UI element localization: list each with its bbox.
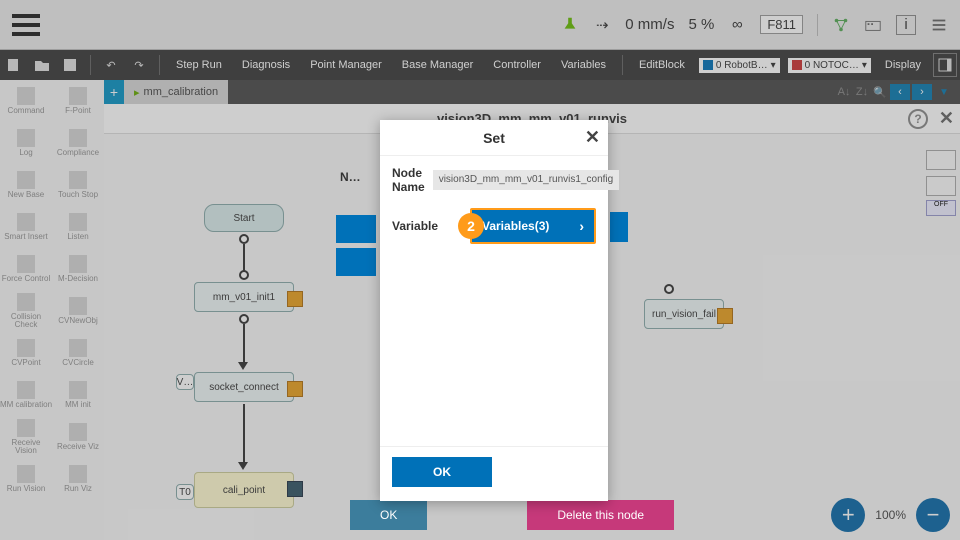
tool-log[interactable]: Log <box>0 122 52 164</box>
file-open-icon[interactable] <box>30 53 54 77</box>
close-flow-icon[interactable]: ✕ <box>939 108 954 129</box>
menu-display[interactable]: Display <box>875 59 931 71</box>
menu-step-run[interactable]: Step Run <box>166 59 232 71</box>
tool-cvcircle[interactable]: CVCircle <box>52 332 104 374</box>
tool-runvision[interactable]: Run Vision <box>0 458 52 500</box>
speed-value: 0 mm/s <box>625 16 674 33</box>
tool-selector[interactable]: 0 NOTOC…▾ <box>788 58 871 73</box>
node-name-row: Node Name vision3D_mm_mm_v01_runvis1_con… <box>392 166 596 194</box>
list-icon[interactable] <box>930 16 948 34</box>
robot-status-icon <box>561 16 579 34</box>
speed-icon: ⇢ <box>593 16 611 34</box>
tool-mminit[interactable]: MM init <box>52 374 104 416</box>
undo-icon[interactable]: ↶ <box>99 53 123 77</box>
close-dialog-icon[interactable]: ✕ <box>585 127 600 148</box>
sort-za-icon[interactable]: Z↓ <box>854 84 870 100</box>
nav-next-button[interactable]: › <box>912 84 932 100</box>
tool-newbase[interactable]: New Base <box>0 164 52 206</box>
chevron-right-icon: › <box>579 218 584 234</box>
tab-mm-calibration[interactable]: ▸mm_calibration <box>124 80 228 104</box>
menu-bar: ↶ ↷ Step Run Diagnosis Point Manager Bas… <box>0 50 960 80</box>
keyboard-icon[interactable] <box>864 16 882 34</box>
variable-label: Variable <box>392 219 462 233</box>
menu-diagnosis[interactable]: Diagnosis <box>232 59 300 71</box>
file-save-icon[interactable] <box>58 53 82 77</box>
zoom-control: + 100% − <box>831 498 950 532</box>
variable-highlight: 2 Variables(3) › <box>470 208 596 244</box>
delete-node-button[interactable]: Delete this node <box>527 500 674 530</box>
zoom-in-button[interactable]: + <box>831 498 865 532</box>
menu-edit-block[interactable]: EditBlock <box>629 59 695 71</box>
set-dialog: Set ✕ Node Name vision3D_mm_mm_v01_runvi… <box>380 120 608 501</box>
tab-dropdown[interactable]: ▼ <box>934 84 954 100</box>
help-icon[interactable]: ? <box>908 109 928 129</box>
info-icon[interactable]: i <box>896 15 916 35</box>
tool-listen[interactable]: Listen <box>52 206 104 248</box>
tool-cvnewobj[interactable]: CVNewObj <box>52 290 104 332</box>
file-new-icon[interactable] <box>2 53 26 77</box>
menu-controller[interactable]: Controller <box>483 59 551 71</box>
panel-icon[interactable] <box>933 53 957 77</box>
tool-fpoint[interactable]: F-Point <box>52 80 104 122</box>
variables-button[interactable]: Variables(3) › <box>472 210 594 242</box>
tool-mdecision[interactable]: M-Decision <box>52 248 104 290</box>
redo-icon[interactable]: ↷ <box>127 53 151 77</box>
tool-collision[interactable]: Collision Check <box>0 290 52 332</box>
menu-base-manager[interactable]: Base Manager <box>392 59 484 71</box>
nav-prev-button[interactable]: ‹ <box>890 84 910 100</box>
top-status-bar: ⇢ 0 mm/s 5 % ∞ F811 i <box>0 0 960 50</box>
outer-dialog-side-peek <box>610 212 628 242</box>
tool-touchstop[interactable]: Touch Stop <box>52 164 104 206</box>
tool-recvvision[interactable]: Receive Vision <box>0 416 52 458</box>
zoom-out-button[interactable]: − <box>916 498 950 532</box>
outer-dialog-btn-peek1 <box>336 215 376 243</box>
node-cali-t0: T0 <box>176 484 194 500</box>
node-name-label: Node Name <box>392 166 425 194</box>
node-socket-v: V… <box>176 374 194 390</box>
outer-dialog-bottom-buttons: OK Delete this node <box>350 500 674 530</box>
link-icon: ∞ <box>728 16 746 34</box>
left-toolbox: CommandF-Point LogCompliance New BaseTou… <box>0 80 104 540</box>
step-badge-2: 2 <box>458 213 484 239</box>
set-dialog-footer: OK <box>380 446 608 501</box>
tool-command[interactable]: Command <box>0 80 52 122</box>
tool-recvviz[interactable]: Receive Viz <box>52 416 104 458</box>
node-name-value[interactable]: vision3D_mm_mm_v01_runvis1_config <box>433 170 620 190</box>
set-ok-button[interactable]: OK <box>392 457 492 487</box>
node-socket-connect[interactable]: socket_connect <box>194 372 294 402</box>
sort-az-icon[interactable]: A↓ <box>836 84 852 100</box>
tool-mmcalibration[interactable]: MM calibration <box>0 374 52 416</box>
node-start[interactable]: Start <box>204 204 284 232</box>
node-cali-point[interactable]: cali_point <box>194 472 294 508</box>
tool-runviz[interactable]: Run Viz <box>52 458 104 500</box>
menu-point-manager[interactable]: Point Manager <box>300 59 392 71</box>
tab-tools: A↓ Z↓ 🔍 ‹ › ▼ <box>836 84 960 100</box>
outer-dialog-btn-peek2 <box>336 248 376 276</box>
menu-variables[interactable]: Variables <box>551 59 616 71</box>
tool-smartinsert[interactable]: Smart Insert <box>0 206 52 248</box>
power-value: 5 % <box>688 16 714 33</box>
set-dialog-header: Set ✕ <box>380 120 608 156</box>
search-icon[interactable]: 🔍 <box>872 84 888 100</box>
node-mm-init[interactable]: mm_v01_init1 <box>194 282 294 312</box>
set-dialog-title: Set <box>483 130 505 146</box>
tool-cvpoint[interactable]: CVPoint <box>0 332 52 374</box>
tab-strip: + ▸mm_calibration A↓ Z↓ 🔍 ‹ › ▼ <box>104 80 960 104</box>
fcode-box[interactable]: F811 <box>760 15 803 34</box>
zoom-percent: 100% <box>875 508 906 522</box>
outer-ok-button[interactable]: OK <box>350 500 427 530</box>
add-tab-button[interactable]: + <box>104 80 124 104</box>
status-readout: ⇢ 0 mm/s 5 % ∞ F811 i <box>561 14 948 36</box>
robot-selector[interactable]: 0 RobotB…▾ <box>699 58 780 73</box>
variable-row: Variable 2 Variables(3) › <box>392 208 596 244</box>
outer-dialog-label: N… <box>340 170 361 184</box>
node-run-vision-fail[interactable]: run_vision_fail <box>644 299 724 329</box>
tool-forcecontrol[interactable]: Force Control <box>0 248 52 290</box>
topology-icon[interactable] <box>832 16 850 34</box>
tool-compliance[interactable]: Compliance <box>52 122 104 164</box>
hamburger-icon[interactable] <box>12 14 40 36</box>
